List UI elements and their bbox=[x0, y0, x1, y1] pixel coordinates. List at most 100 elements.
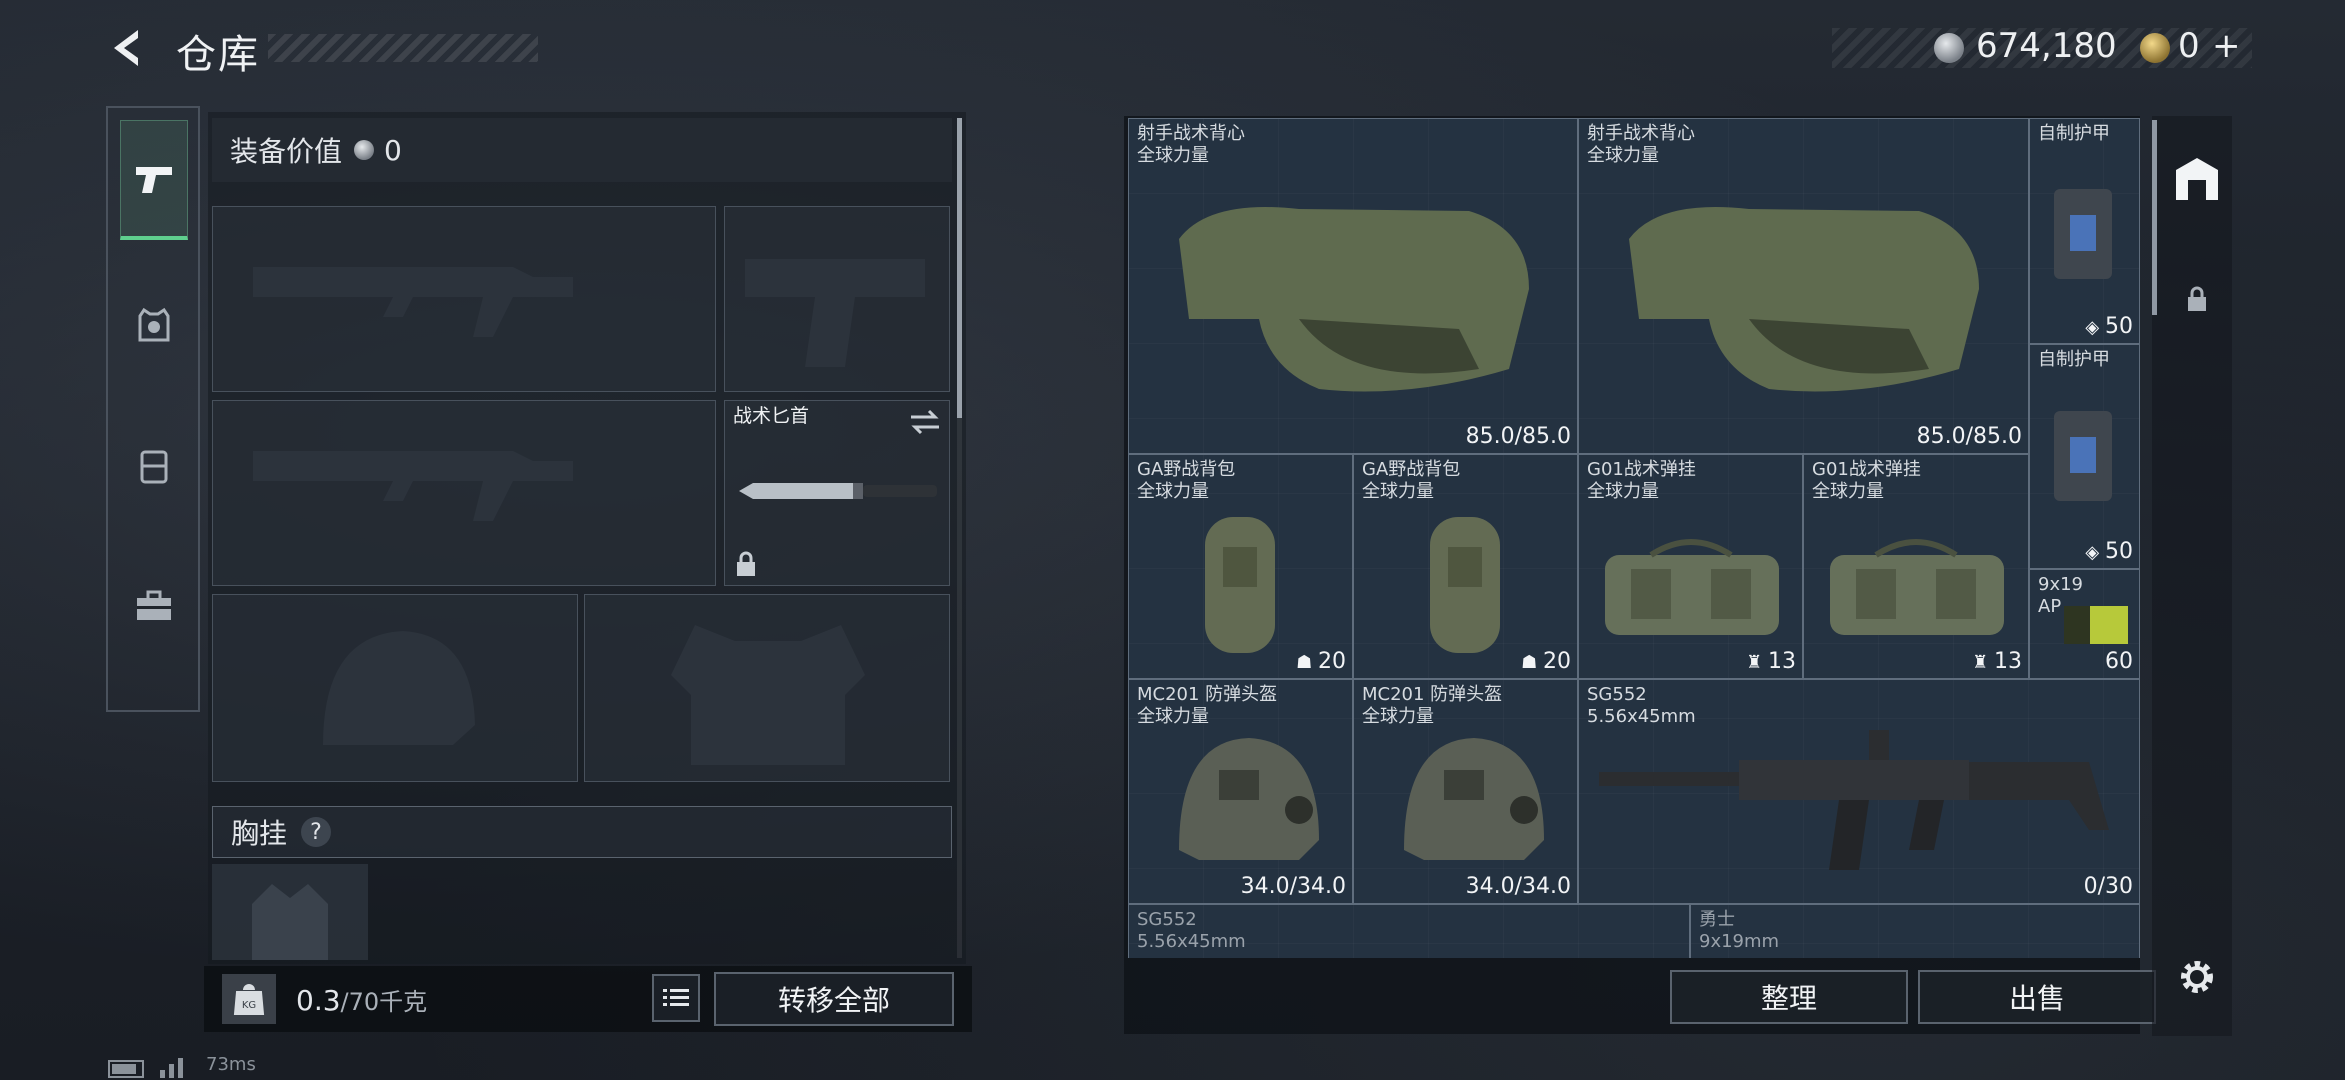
weight-badge: KG bbox=[222, 974, 276, 1024]
tactical-vest-image bbox=[1629, 207, 1979, 392]
shield-icon: ◈ bbox=[2085, 317, 2105, 338]
item-ammo: 0/30 bbox=[2083, 874, 2133, 899]
weight-readout: 0.3/70千克 bbox=[296, 982, 427, 1017]
armor-slot[interactable] bbox=[584, 594, 950, 782]
weight-max: /70千克 bbox=[340, 988, 428, 1016]
gold-amount: 0 bbox=[2178, 26, 2200, 66]
sell-button[interactable]: 出售 bbox=[1918, 970, 2156, 1024]
sg552-rifle-image bbox=[1599, 730, 2109, 870]
field-backpack-image bbox=[1430, 517, 1500, 653]
homemade-armor-image bbox=[2054, 189, 2112, 279]
item-capacity: ♜ 13 bbox=[1746, 649, 1796, 674]
item-name: G01战术弹挂 全球力量 bbox=[1812, 459, 1921, 502]
item-name: SG552 5.56x45mm bbox=[1137, 909, 1246, 952]
weight-icon: KG bbox=[233, 984, 265, 1015]
shield-icon: ◈ bbox=[2085, 542, 2105, 563]
list-icon bbox=[663, 989, 689, 1006]
item-quantity: 60 bbox=[2105, 649, 2133, 674]
item-capacity: ♜ 13 bbox=[1972, 649, 2022, 674]
item-cell[interactable]: G01战术弹挂 全球力量 ♜ 13 bbox=[1803, 454, 2029, 679]
backpack-icon bbox=[140, 450, 168, 484]
item-cell[interactable]: G01战术弹挂 全球力量 ♜ 13 bbox=[1578, 454, 1803, 679]
tab-backpack[interactable] bbox=[120, 406, 188, 526]
inventory-scrollbar-thumb[interactable] bbox=[2152, 120, 2157, 315]
gold-coin-icon bbox=[2140, 33, 2170, 63]
chest-rig-silhouette-icon bbox=[252, 884, 328, 960]
item-cell[interactable]: 勇士 9x19mm bbox=[1690, 904, 2140, 958]
item-cell[interactable]: SG552 5.56x45mm bbox=[1128, 904, 1690, 958]
list-view-button[interactable] bbox=[652, 974, 700, 1022]
item-name: 自制护甲 bbox=[2038, 349, 2110, 370]
add-currency-button[interactable]: + bbox=[2212, 26, 2241, 66]
item-armor-level: ◈ 50 bbox=[2085, 314, 2133, 339]
item-durability: 34.0/34.0 bbox=[1465, 874, 1571, 899]
ballistic-helmet-image bbox=[1404, 738, 1544, 860]
help-button[interactable]: ? bbox=[301, 817, 332, 847]
settings-gear-icon[interactable] bbox=[2176, 956, 2218, 998]
transfer-all-button[interactable]: 转移全部 bbox=[714, 972, 954, 1026]
sort-button[interactable]: 整理 bbox=[1670, 970, 1908, 1024]
silver-coin-icon bbox=[1934, 33, 1964, 63]
chest-rig-label: 胸挂 bbox=[231, 817, 288, 850]
primary-weapon-slot[interactable] bbox=[212, 206, 716, 392]
tactical-rig-bag-image bbox=[1830, 539, 2004, 635]
item-cell[interactable]: MC201 防弹头盔 全球力量 34.0/34.0 bbox=[1128, 679, 1353, 904]
title-stripe-decoration bbox=[268, 34, 538, 62]
rig-small-icon: ♜ bbox=[1972, 652, 1994, 673]
swap-icon[interactable] bbox=[909, 409, 941, 435]
armor-vest-icon bbox=[138, 307, 170, 342]
item-name: 自制护甲 bbox=[2038, 123, 2110, 144]
warehouse-icon[interactable] bbox=[2172, 156, 2222, 202]
item-cell[interactable]: 射手战术背心 全球力量 85.0/85.0 bbox=[1578, 118, 2029, 454]
rig-small-icon: ♜ bbox=[1746, 652, 1768, 673]
item-name: 射手战术背心 全球力量 bbox=[1137, 123, 1245, 166]
equipment-value-bar: 装备价值 0 bbox=[212, 118, 952, 182]
item-cell[interactable]: SG552 5.56x45mm 0/30 bbox=[1578, 679, 2140, 904]
battery-icon bbox=[108, 1060, 144, 1078]
loadout-scrollbar-thumb[interactable] bbox=[957, 118, 962, 418]
backpack-small-icon: ☗ bbox=[1296, 652, 1318, 673]
item-cell[interactable]: GA野战背包 全球力量 ☗ 20 bbox=[1128, 454, 1353, 679]
weight-current: 0.3 bbox=[296, 984, 341, 1017]
chest-rig-header: 胸挂 ? bbox=[212, 806, 952, 858]
back-arrow-icon[interactable] bbox=[108, 26, 148, 70]
item-cell[interactable]: MC201 防弹头盔 全球力量 34.0/34.0 bbox=[1353, 679, 1578, 904]
category-tab-bar bbox=[106, 106, 200, 712]
item-cell[interactable]: 自制护甲 ◈ 50 bbox=[2029, 118, 2140, 344]
item-cell[interactable]: GA野战背包 全球力量 ☗ 20 bbox=[1353, 454, 1578, 679]
item-armor-level: ◈ 50 bbox=[2085, 539, 2133, 564]
pistol-icon bbox=[136, 166, 172, 193]
helmet-slot[interactable] bbox=[212, 594, 578, 782]
ammo-box-image bbox=[2064, 606, 2128, 644]
silver-coin-icon bbox=[354, 140, 375, 160]
item-name: GA野战背包 全球力量 bbox=[1137, 459, 1236, 502]
item-cell[interactable]: 9x19 AP 60 bbox=[2029, 569, 2140, 679]
silver-amount: 674,180 bbox=[1976, 26, 2117, 66]
item-capacity: ☗ 20 bbox=[1296, 649, 1346, 674]
page-title: 仓库 bbox=[176, 32, 260, 78]
item-name: 勇士 9x19mm bbox=[1699, 909, 1780, 952]
item-cell[interactable]: 射手战术背心 全球力量 85.0/85.0 bbox=[1128, 118, 1578, 454]
chest-rig-slot[interactable] bbox=[212, 864, 368, 960]
pistol-slot[interactable] bbox=[724, 206, 950, 392]
item-cell[interactable]: 自制护甲 ◈ 50 bbox=[2029, 344, 2140, 569]
tab-weapons[interactable] bbox=[120, 120, 188, 240]
item-name: 射手战术背心 全球力量 bbox=[1587, 123, 1695, 166]
field-backpack-image bbox=[1205, 517, 1275, 653]
tactical-rig-bag-image bbox=[1605, 539, 1779, 635]
ballistic-helmet-image bbox=[1179, 738, 1319, 860]
item-capacity: ☗ 20 bbox=[1521, 649, 1571, 674]
lock-icon[interactable] bbox=[2186, 286, 2208, 312]
melee-slot[interactable]: 战术匕首 bbox=[724, 400, 950, 586]
item-name: G01战术弹挂 全球力量 bbox=[1587, 459, 1696, 502]
tab-supplies[interactable] bbox=[120, 546, 188, 666]
tab-armor[interactable] bbox=[120, 266, 188, 386]
backpack-small-icon: ☗ bbox=[1521, 652, 1543, 673]
ping-readout: 73ms bbox=[206, 1054, 256, 1075]
equipment-value: 0 bbox=[384, 133, 402, 167]
knife-name: 战术匕首 bbox=[733, 405, 810, 427]
helmet-silhouette-icon bbox=[323, 631, 475, 745]
toolbox-icon bbox=[137, 590, 171, 620]
tactical-knife-icon bbox=[739, 483, 937, 499]
secondary-weapon-slot[interactable] bbox=[212, 400, 716, 586]
